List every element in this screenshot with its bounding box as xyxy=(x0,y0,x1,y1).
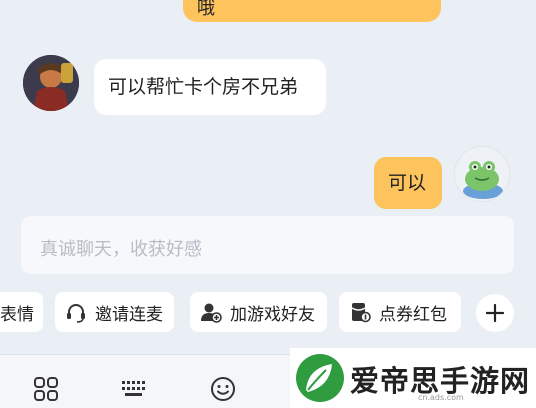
quick-action-coupon-red-packet[interactable]: 点券红包 xyxy=(339,292,461,332)
outgoing-message-bubble[interactable]: 可以 xyxy=(374,157,442,209)
quick-action-stickers[interactable]: 表情 xyxy=(0,292,43,332)
message-input-placeholder: 真诚聊天，收获好感 xyxy=(40,239,202,260)
quick-action-add-game-friend[interactable]: 加游戏好友 xyxy=(190,292,327,332)
my-avatar[interactable] xyxy=(454,146,510,202)
add-friend-icon xyxy=(200,301,222,323)
more-actions-button[interactable] xyxy=(476,294,514,332)
quick-action-invite-voice[interactable]: 邀请连麦 xyxy=(55,292,174,332)
emoji-icon[interactable] xyxy=(210,376,236,402)
outgoing-message-bubble-partial[interactable]: 哦 xyxy=(183,0,441,22)
plus-icon xyxy=(485,303,505,323)
contact-avatar[interactable] xyxy=(23,55,79,111)
red-packet-icon xyxy=(349,301,371,323)
warrior-avatar-icon xyxy=(23,55,79,111)
incoming-message-bubble[interactable]: 可以帮忙卡个房不兄弟 xyxy=(94,59,326,115)
message-input[interactable]: 真诚聊天，收获好感 xyxy=(21,216,514,274)
message-text: 可以帮忙卡个房不兄弟 xyxy=(108,76,299,98)
message-text: 可以 xyxy=(388,172,427,194)
quick-action-label: 邀请连麦 xyxy=(95,304,163,325)
keyboard-icon[interactable] xyxy=(121,376,147,402)
site-watermark: 爱帝思手游网 cn.ads.com xyxy=(290,348,536,408)
quick-action-label: 加游戏好友 xyxy=(230,304,315,325)
headset-icon xyxy=(65,301,87,323)
message-text: 哦 xyxy=(197,0,215,19)
watermark-subtitle: cn.ads.com xyxy=(418,393,464,402)
quick-action-label: 表情 xyxy=(0,304,34,325)
quick-action-label: 点券红包 xyxy=(379,304,447,325)
frog-avatar-icon xyxy=(455,147,509,201)
quick-actions-bar: 表情 邀请连麦 加游戏好友 点券红包 xyxy=(0,292,536,334)
apps-grid-icon[interactable] xyxy=(33,376,59,402)
leaf-logo-icon xyxy=(296,354,344,402)
